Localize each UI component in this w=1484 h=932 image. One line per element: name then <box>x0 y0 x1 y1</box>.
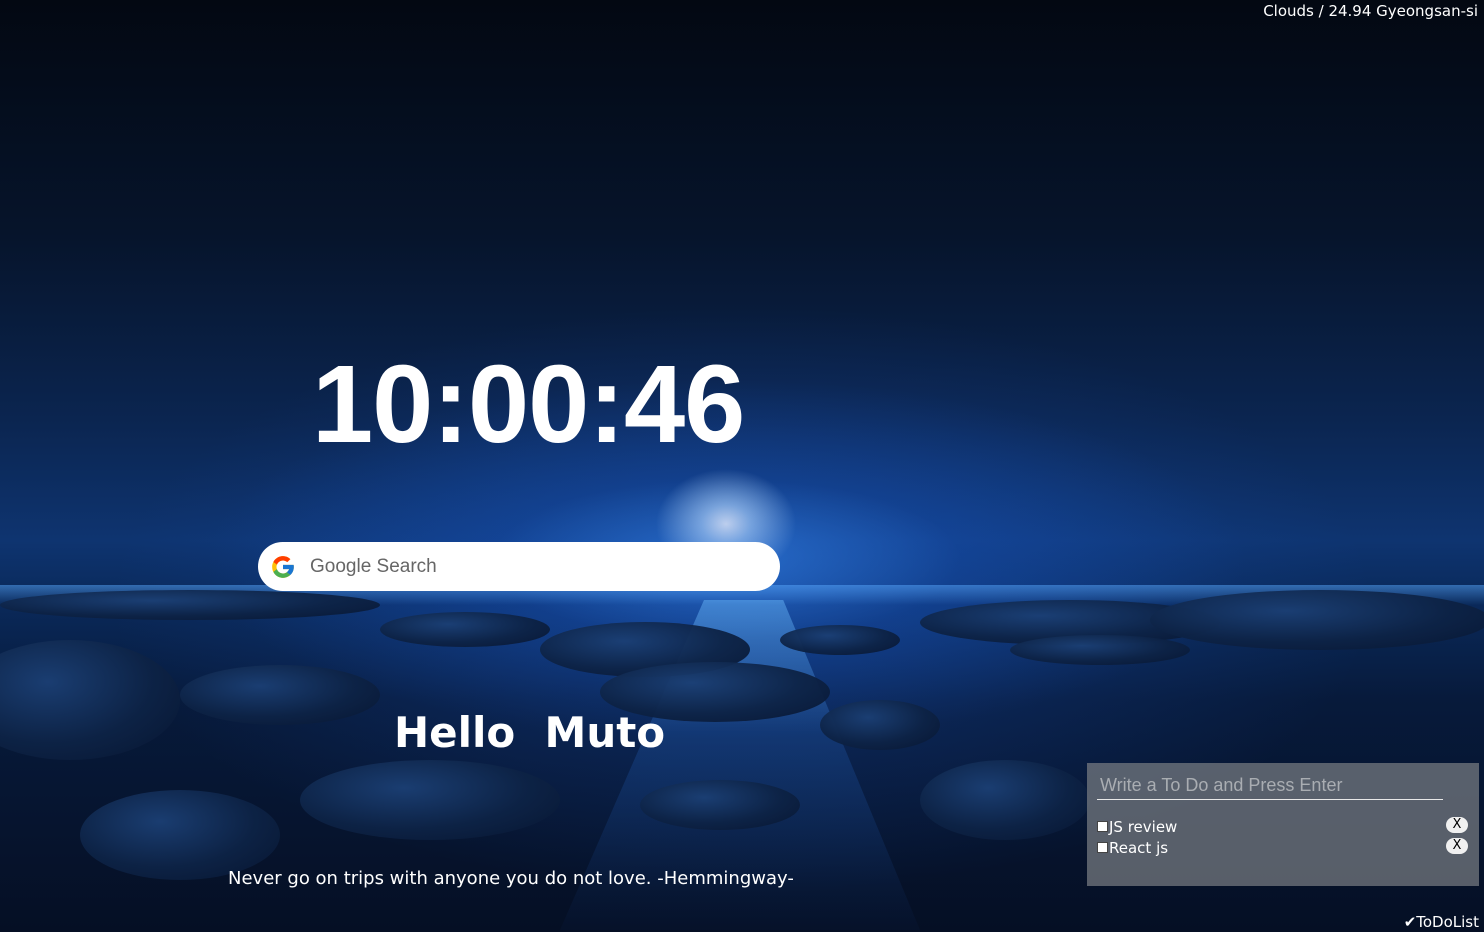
todo-item-label: JS review <box>1109 817 1178 836</box>
todo-item: JS review X <box>1097 816 1469 837</box>
greeting: Hello Muto <box>394 708 666 757</box>
delete-todo-button[interactable]: X <box>1446 817 1468 833</box>
rock <box>80 790 280 880</box>
rock <box>380 612 550 647</box>
rock <box>0 590 380 620</box>
clock: 10:00:46 <box>312 343 745 466</box>
rock <box>180 665 380 725</box>
todo-list: JS review X React js X <box>1097 816 1469 858</box>
todo-item-label: React js <box>1109 838 1169 857</box>
quote: Never go on trips with anyone you do not… <box>228 868 794 889</box>
google-search-bar[interactable] <box>258 542 780 591</box>
google-g-icon <box>270 554 296 580</box>
rock <box>780 625 900 655</box>
todo-checkbox[interactable] <box>1097 821 1108 832</box>
delete-todo-button[interactable]: X <box>1446 838 1468 854</box>
rock <box>640 780 800 830</box>
todo-input[interactable] <box>1097 771 1443 800</box>
todo-item: React js X <box>1097 837 1469 858</box>
rock <box>1150 590 1484 650</box>
todo-checkbox[interactable] <box>1097 842 1108 853</box>
todo-panel: JS review X React js X <box>1087 763 1479 886</box>
weather-info: Clouds / 24.94 Gyeongsan-si <box>1263 2 1478 20</box>
rock <box>300 760 560 840</box>
rock <box>820 700 940 750</box>
rock <box>1010 635 1190 665</box>
todolist-toggle-button[interactable]: ✔ToDoList <box>1404 913 1479 931</box>
rock <box>920 760 1090 840</box>
search-input[interactable] <box>308 554 762 579</box>
